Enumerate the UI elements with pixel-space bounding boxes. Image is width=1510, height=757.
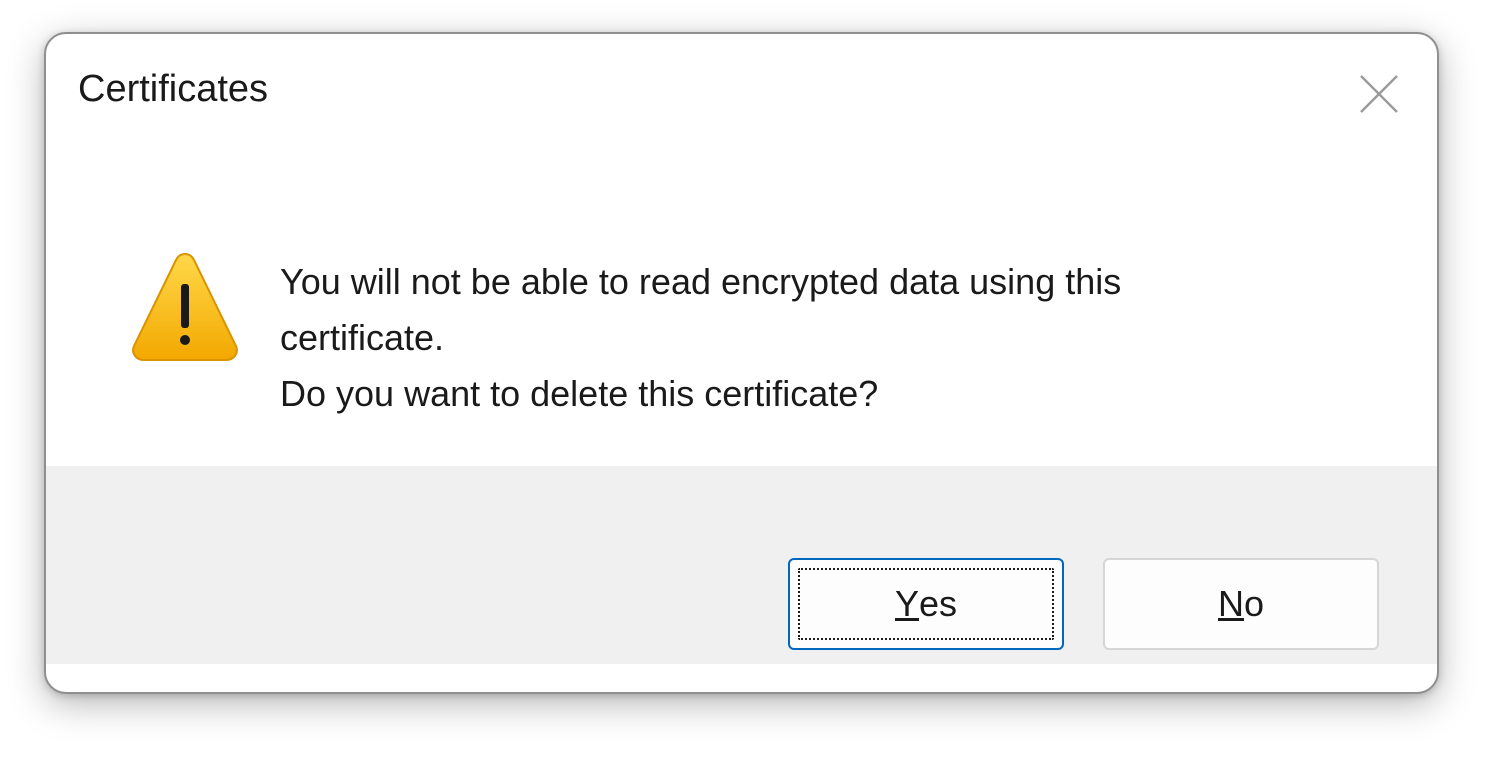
message-line-1: You will not be able to read encrypted d… [280,261,1122,302]
yes-label-rest: es [918,583,958,624]
no-label-rest: o [1243,583,1265,624]
close-icon [1360,75,1398,113]
yes-button[interactable]: Yes [788,558,1064,650]
message-line-2: certificate. [280,317,445,358]
dialog-title: Certificates [78,68,269,110]
close-button[interactable] [1355,70,1403,118]
message-line-3: Do you want to delete this certificate? [280,373,879,414]
no-button[interactable]: No [1103,558,1379,650]
dialog-footer: Yes No [46,466,1437,664]
no-mnemonic: N [1217,583,1244,624]
warning-icon [130,250,240,362]
yes-mnemonic: Y [894,583,919,624]
dialog-message: You will not be able to read encrypted d… [280,254,1121,422]
certificates-dialog: Certificates You will not be able to rea… [44,32,1439,694]
